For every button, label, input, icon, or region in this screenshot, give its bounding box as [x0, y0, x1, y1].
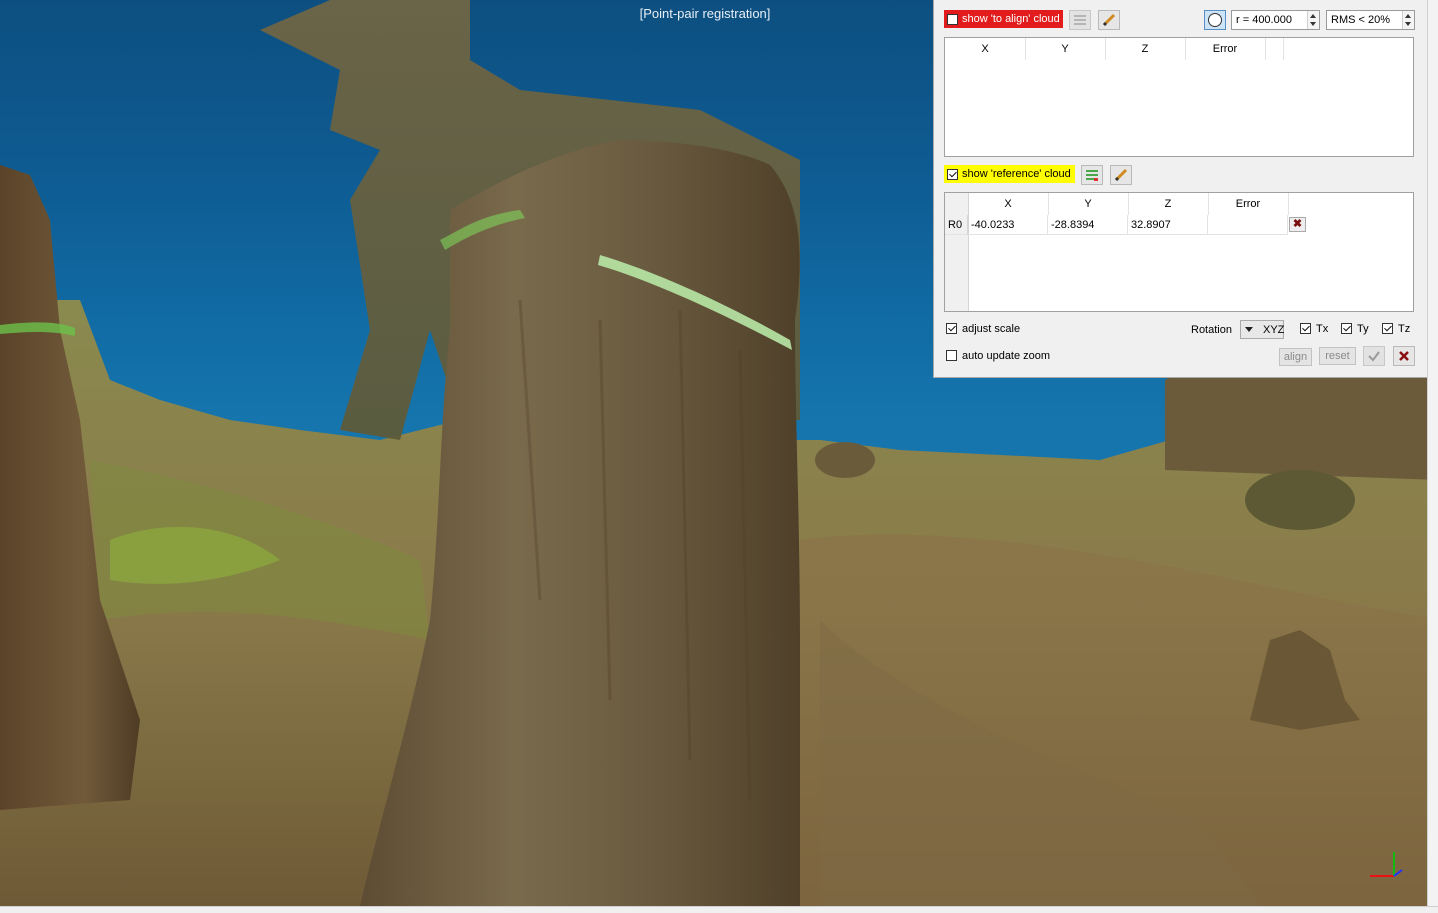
tx-checkbox[interactable]	[1300, 323, 1311, 334]
pick-points-icon	[1074, 15, 1086, 25]
ty-label: Ty	[1357, 323, 1369, 335]
ref-col-header-x: X	[968, 193, 1049, 215]
validate-check-icon	[1368, 351, 1380, 362]
point-pair-registration-dialog: show 'to align' cloud r = 400.000 RMS < …	[933, 0, 1427, 378]
to-align-checkbox[interactable]	[947, 14, 958, 25]
rms-spinbox[interactable]: RMS < 20%	[1326, 10, 1415, 30]
align-button[interactable]: align	[1279, 348, 1312, 366]
reference-pick-button[interactable]	[1081, 165, 1103, 185]
auto-update-zoom-checkbox[interactable]	[946, 350, 957, 361]
col-header-x: X	[945, 38, 1026, 60]
cell-x[interactable]: -40.0233	[968, 215, 1048, 235]
cell-error	[1208, 215, 1288, 235]
right-panel-edge	[1427, 0, 1438, 906]
adjust-scale-checkbox[interactable]	[946, 323, 957, 334]
table-row[interactable]: R0 -40.0233 -28.8394 32.8907 ✖	[945, 215, 1315, 235]
to-align-points-table[interactable]: X Y Z Error	[944, 37, 1414, 157]
tx-label: Tx	[1316, 323, 1329, 335]
sphere-icon	[1208, 13, 1222, 27]
axes-icon	[1370, 852, 1403, 877]
cell-z[interactable]: 32.8907	[1128, 215, 1208, 235]
to-align-edit-button[interactable]	[1098, 10, 1120, 30]
ref-col-header-z: Z	[1128, 193, 1209, 215]
row-id: R0	[945, 215, 968, 235]
col-header-error: Error	[1185, 38, 1266, 60]
auto-update-zoom-label: auto update zoom	[962, 350, 1051, 362]
adjust-scale-label: adjust scale	[962, 323, 1021, 335]
ty-checkbox[interactable]	[1341, 323, 1352, 334]
ref-col-header-y: Y	[1048, 193, 1129, 215]
validate-button[interactable]	[1363, 346, 1385, 366]
pick-points-icon	[1086, 170, 1098, 181]
to-align-label: show 'to align' cloud	[962, 13, 1060, 25]
cancel-button[interactable]	[1393, 346, 1415, 366]
reset-button[interactable]: reset	[1319, 347, 1356, 365]
remove-point-button[interactable]: ✖	[1289, 217, 1306, 232]
to-align-pick-button[interactable]	[1069, 10, 1091, 30]
to-align-toggle[interactable]: show 'to align' cloud	[944, 10, 1063, 28]
chevron-down-icon	[1245, 327, 1253, 332]
reference-label: show 'reference' cloud	[962, 168, 1071, 180]
tz-checkbox[interactable]	[1382, 323, 1393, 334]
cancel-cross-icon	[1399, 351, 1409, 361]
rotation-label: Rotation	[1191, 324, 1232, 336]
ref-col-header-error: Error	[1208, 193, 1289, 215]
radius-spinbox[interactable]: r = 400.000	[1231, 10, 1320, 30]
col-header-z: Z	[1105, 38, 1186, 60]
edit-pencil-icon	[1102, 13, 1116, 27]
reference-points-table[interactable]: X Y Z Error R0 -40.0233 -28.8394 32.8907…	[944, 192, 1414, 312]
col-header-y: Y	[1025, 38, 1106, 60]
cell-y[interactable]: -28.8394	[1048, 215, 1128, 235]
reference-checkbox[interactable]	[947, 169, 958, 180]
tz-label: Tz	[1398, 323, 1411, 335]
sphere-mode-button[interactable]	[1204, 10, 1226, 30]
reference-edit-button[interactable]	[1110, 165, 1132, 185]
reference-toggle[interactable]: show 'reference' cloud	[944, 165, 1075, 183]
edit-pencil-icon	[1114, 168, 1128, 182]
rotation-combobox[interactable]: XYZ	[1240, 320, 1284, 339]
